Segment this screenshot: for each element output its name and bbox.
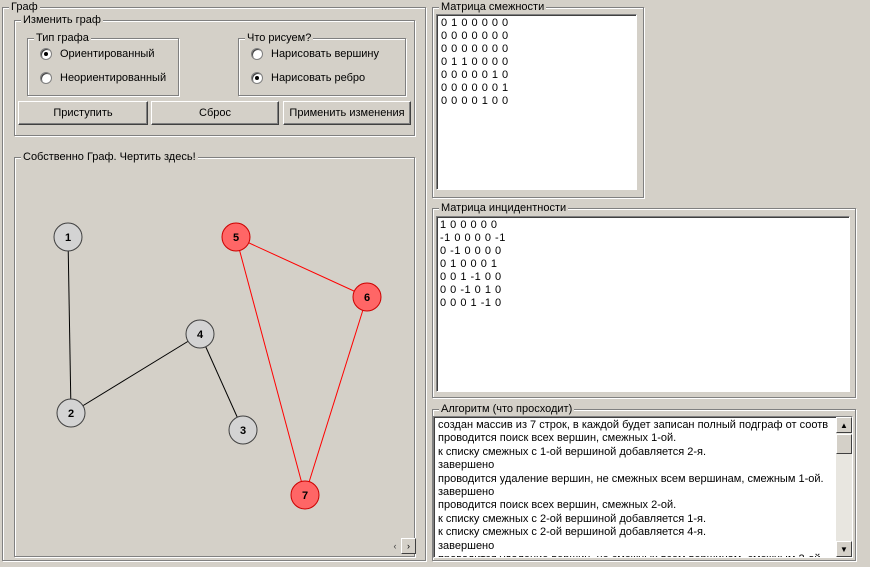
matrix-row: 0 0 0 0 0 0 0: [441, 43, 509, 55]
log-line: завершено: [438, 539, 495, 552]
algorithm-log-scrollbar[interactable]: ▲ ▼: [836, 417, 852, 557]
log-line: создан массив из 7 строк, в каждой будет…: [438, 419, 829, 431]
chevron-up-icon: ▲: [840, 420, 848, 430]
scroll-up-button[interactable]: ▲: [836, 417, 852, 433]
graph-group-title: Граф: [9, 0, 40, 14]
graph-node-label: 5: [233, 232, 239, 244]
matrix-row: 0 0 0 0 0 0 1: [441, 82, 509, 94]
matrix-row: 0 1 1 0 0 0 0: [441, 56, 509, 68]
graph-canvas-title: Собственно Граф. Чертить здесь!: [21, 150, 198, 164]
graph-edge-5-6[interactable]: [235, 236, 368, 298]
incidence-matrix-text[interactable]: 1 0 0 0 0 0 -1 0 0 0 0 -1 0 -1 0 0 0 00 1 …: [436, 216, 850, 392]
matrix-row: 0 1 0 0 0 1: [440, 258, 498, 270]
matrix-row: 0 -1 0 0 0 0: [440, 245, 502, 257]
edit-graph-group-title: Изменить граф: [21, 13, 103, 27]
matrix-row: 0 0 0 1 -1 0: [440, 297, 502, 309]
log-line: проводится удаление вершин, не смежных в…: [438, 472, 824, 485]
radio-draw-vertex-label: Нарисовать вершину: [271, 48, 379, 60]
matrix-row: 0 0 1 -1 0 0: [440, 271, 502, 283]
log-line: к списку смежных с 2-ой вершиной добавля…: [438, 512, 707, 525]
radio-directed[interactable]: Ориентированный: [40, 48, 154, 60]
graph-node-label: 6: [364, 292, 370, 304]
canvas-scroll-left-button[interactable]: ‹: [390, 538, 400, 553]
reset-button[interactable]: Сброс: [151, 101, 279, 125]
scroll-down-button[interactable]: ▼: [836, 541, 852, 557]
incidence-matrix-title: Матрица инцидентности: [439, 201, 569, 215]
radio-draw-edge-label: Нарисовать ребро: [271, 72, 366, 84]
algorithm-log[interactable]: создан массив из 7 строк, в каждой будет…: [433, 416, 853, 558]
radio-draw-edge-indicator: [251, 72, 263, 84]
matrix-row: 0 0 0 0 0 1 0: [441, 69, 509, 81]
radio-draw-edge[interactable]: Нарисовать ребро: [251, 72, 365, 84]
scroll-thumb[interactable]: [836, 434, 852, 454]
graph-node-label: 3: [240, 425, 246, 437]
radio-undirected-indicator: [40, 72, 52, 84]
log-line: проводится поиск всех вершин, смежных 1-…: [438, 432, 677, 445]
matrix-row: 0 1 0 0 0 0 0: [441, 17, 509, 29]
graph-canvas[interactable]: 1 2 3 4 5 6 7: [16, 170, 412, 554]
chevron-down-icon: ▼: [840, 544, 848, 554]
graph-node-label: 2: [68, 408, 74, 420]
graph-node-label: 4: [197, 329, 204, 341]
graph-node-label: 1: [65, 232, 71, 244]
graph-type-title: Тип графа: [34, 31, 91, 45]
matrix-row: -1 0 0 0 0 -1: [440, 232, 506, 244]
log-line: проводится удаление вершин, не смежных в…: [438, 553, 834, 557]
algorithm-title: Алгоритм (что просходит): [439, 402, 575, 416]
radio-draw-vertex[interactable]: Нарисовать вершину: [251, 48, 379, 60]
graph-edge-6-7[interactable]: [304, 296, 368, 496]
adjacency-matrix-text[interactable]: 0 1 0 0 0 0 00 0 0 0 0 0 00 0 0 0 0 0 00…: [436, 14, 637, 190]
radio-undirected[interactable]: Неориентированный: [40, 72, 166, 84]
graph-edge-2-4[interactable]: [70, 333, 201, 414]
matrix-row: 0 0 0 0 1 0 0: [441, 95, 509, 107]
canvas-scroll-right-button[interactable]: ›: [401, 538, 416, 554]
apply-changes-button[interactable]: Применить изменения: [283, 101, 411, 125]
graph-edge-4-3[interactable]: [199, 333, 244, 431]
graph-edge-7-5[interactable]: [235, 236, 306, 496]
matrix-row: 1 0 0 0 0 0: [440, 219, 498, 231]
matrix-row: 0 0 -1 0 1 0: [440, 284, 502, 296]
log-line: к списку смежных с 1-ой вершиной добавля…: [438, 445, 707, 458]
radio-directed-label: Ориентированный: [60, 48, 155, 60]
radio-directed-indicator: [40, 48, 52, 60]
radio-draw-vertex-indicator: [251, 48, 263, 60]
graph-node-label: 7: [302, 490, 308, 502]
adjacency-matrix-title: Матрица смежности: [439, 0, 547, 14]
start-button[interactable]: Приступить: [18, 101, 148, 125]
draw-mode-group: Что рисуем?: [238, 31, 406, 96]
log-line: к списку смежных с 2-ой вершиной добавля…: [438, 526, 707, 539]
graph-edge-1-2[interactable]: [67, 236, 72, 414]
draw-mode-title: Что рисуем?: [245, 31, 314, 45]
log-line: завершено: [438, 486, 495, 499]
log-line: проводится поиск всех вершин, смежных 2-…: [438, 499, 677, 512]
matrix-row: 0 0 0 0 0 0 0: [441, 30, 509, 42]
log-line: завершено: [438, 459, 495, 472]
graph-type-group: Тип графа: [27, 31, 179, 96]
radio-undirected-label: Неориентированный: [60, 72, 167, 84]
